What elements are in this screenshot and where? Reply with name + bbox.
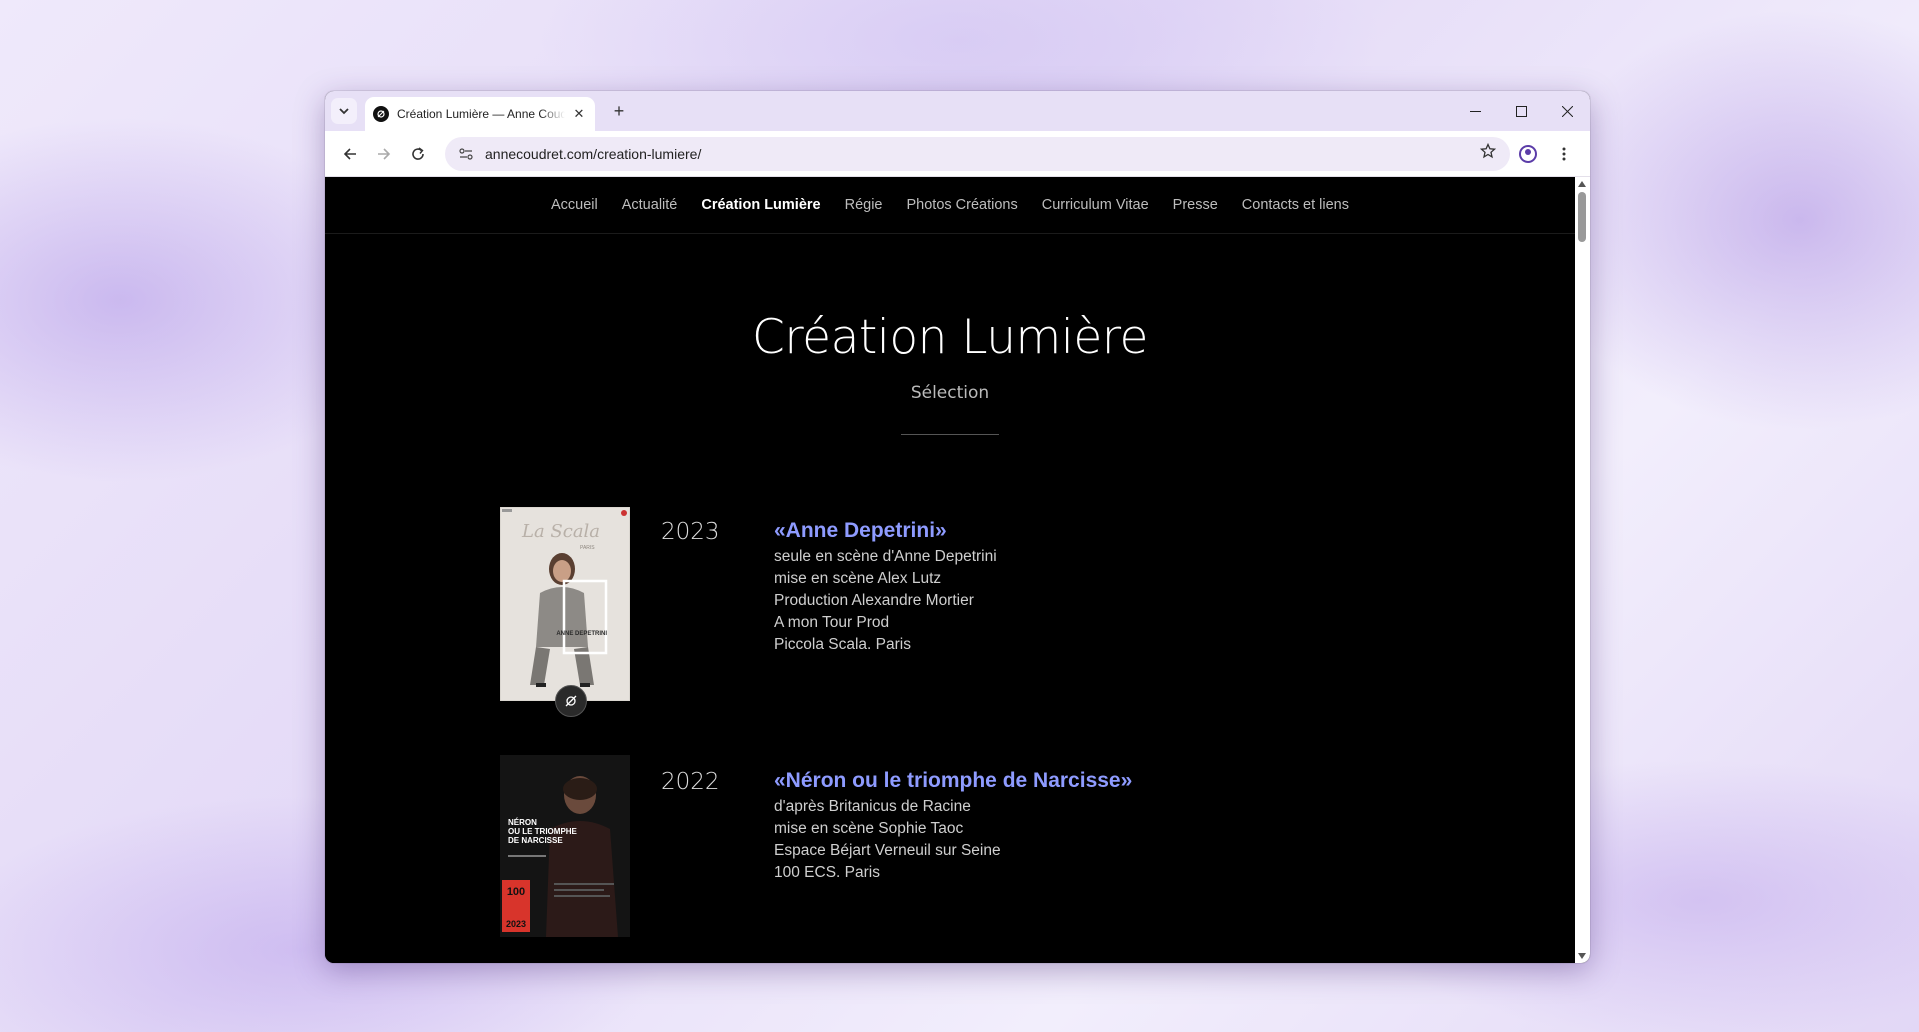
- title-divider: [901, 434, 999, 435]
- chevron-down-icon: [339, 107, 349, 114]
- credit-line: Production Alexandre Mortier: [774, 592, 974, 609]
- nav-item-accueil[interactable]: Accueil: [551, 197, 598, 213]
- page-title: Création Lumière: [752, 310, 1148, 365]
- credit-line: Piccola Scala. Paris: [774, 636, 911, 653]
- maximize-icon: [1515, 105, 1527, 117]
- production-info: «Anne Depetrini» seule en scène d'Anne D…: [774, 519, 997, 656]
- kebab-menu-icon: [1562, 147, 1566, 160]
- scroll-down-arrow-icon[interactable]: [1578, 953, 1586, 959]
- nav-item-presse[interactable]: Presse: [1173, 197, 1218, 213]
- active-tab[interactable]: Création Lumière — Anne Coudret ✕: [365, 97, 595, 131]
- tab-title: Création Lumière — Anne Coudret: [397, 107, 565, 121]
- reload-icon: [412, 146, 424, 160]
- tab-close-icon[interactable]: ✕: [571, 106, 587, 122]
- production-title[interactable]: «Anne Depetrini»: [774, 519, 997, 543]
- minimize-icon: [1469, 110, 1481, 112]
- lightbox-badge-icon[interactable]: [555, 685, 587, 717]
- scroll-up-arrow-icon[interactable]: [1578, 181, 1586, 187]
- forward-arrow-icon: [378, 147, 391, 160]
- site-favicon-icon: [373, 106, 389, 122]
- poster-anne-depetrini[interactable]: La Scala PARIS ANNE DEPETRINI: [500, 507, 630, 701]
- credit-line: mise en scène Sophie Taoc: [774, 820, 964, 837]
- svg-text:2023: 2023: [506, 919, 526, 929]
- tab-search-button[interactable]: [331, 98, 357, 124]
- browser-menu-button[interactable]: [1546, 137, 1582, 171]
- svg-text:PARIS: PARIS: [580, 545, 595, 551]
- minimize-button[interactable]: [1452, 91, 1498, 131]
- maximize-button[interactable]: [1498, 91, 1544, 131]
- reload-button[interactable]: [401, 137, 435, 171]
- nav-item-contacts[interactable]: Contacts et liens: [1242, 197, 1349, 213]
- close-window-button[interactable]: [1544, 91, 1590, 131]
- bookmark-star-icon[interactable]: [1476, 142, 1500, 164]
- credit-line: seule en scène d'Anne Depetrini: [774, 548, 997, 565]
- window-controls: [1452, 91, 1590, 131]
- nav-item-regie[interactable]: Régie: [845, 197, 883, 213]
- site-info-icon[interactable]: [455, 143, 477, 165]
- credit-line: mise en scène Alex Lutz: [774, 570, 942, 587]
- svg-text:100: 100: [507, 886, 525, 898]
- credit-line: Espace Béjart Verneuil sur Seine: [774, 842, 1001, 859]
- vertical-scrollbar[interactable]: [1575, 177, 1590, 963]
- production-title[interactable]: «Néron ou le triomphe de Narcisse»: [774, 769, 1132, 793]
- back-arrow-icon: [343, 147, 356, 160]
- browser-window: Création Lumière — Anne Coudret ✕ + anne…: [325, 91, 1590, 963]
- profile-icon: [1519, 144, 1537, 163]
- browser-toolbar: annecoudret.com/creation-lumiere/: [325, 131, 1590, 177]
- profile-button[interactable]: [1510, 137, 1546, 171]
- tab-bar: Création Lumière — Anne Coudret ✕ +: [325, 91, 1590, 131]
- site-navigation: Accueil Actualité Création Lumière Régie…: [325, 177, 1575, 234]
- page-content: Accueil Actualité Création Lumière Régie…: [325, 177, 1575, 963]
- back-button[interactable]: [333, 137, 367, 171]
- poster-neron[interactable]: NÉRON OU LE TRIOMPHE DE NARCISSE 100 202…: [500, 755, 630, 937]
- scroll-thumb[interactable]: [1578, 192, 1586, 242]
- page-viewport: Accueil Actualité Création Lumière Régie…: [325, 177, 1590, 963]
- credit-line: d'après Britanicus de Racine: [774, 798, 971, 815]
- nav-item-photos-creations[interactable]: Photos Créations: [907, 197, 1018, 213]
- forward-button[interactable]: [367, 137, 401, 171]
- production-year: 2022: [661, 769, 720, 795]
- address-bar[interactable]: annecoudret.com/creation-lumiere/: [445, 136, 1510, 171]
- nav-item-curriculum-vitae[interactable]: Curriculum Vitae: [1042, 197, 1149, 213]
- svg-text:ANNE DEPETRINI: ANNE DEPETRINI: [556, 631, 607, 637]
- credit-line: 100 ECS. Paris: [774, 864, 880, 881]
- nav-item-creation-lumiere[interactable]: Création Lumière: [701, 197, 820, 213]
- url-text: annecoudret.com/creation-lumiere/: [485, 145, 702, 162]
- new-tab-button[interactable]: +: [607, 101, 631, 122]
- nav-item-actualite[interactable]: Actualité: [622, 197, 678, 213]
- page-subtitle: Sélection: [910, 383, 990, 403]
- production-info: «Néron ou le triomphe de Narcisse» d'apr…: [774, 769, 1132, 884]
- close-icon: [1561, 105, 1573, 117]
- production-year: 2023: [661, 519, 720, 545]
- credit-line: A mon Tour Prod: [774, 614, 890, 631]
- poster-scala-logo: La Scala: [521, 521, 600, 542]
